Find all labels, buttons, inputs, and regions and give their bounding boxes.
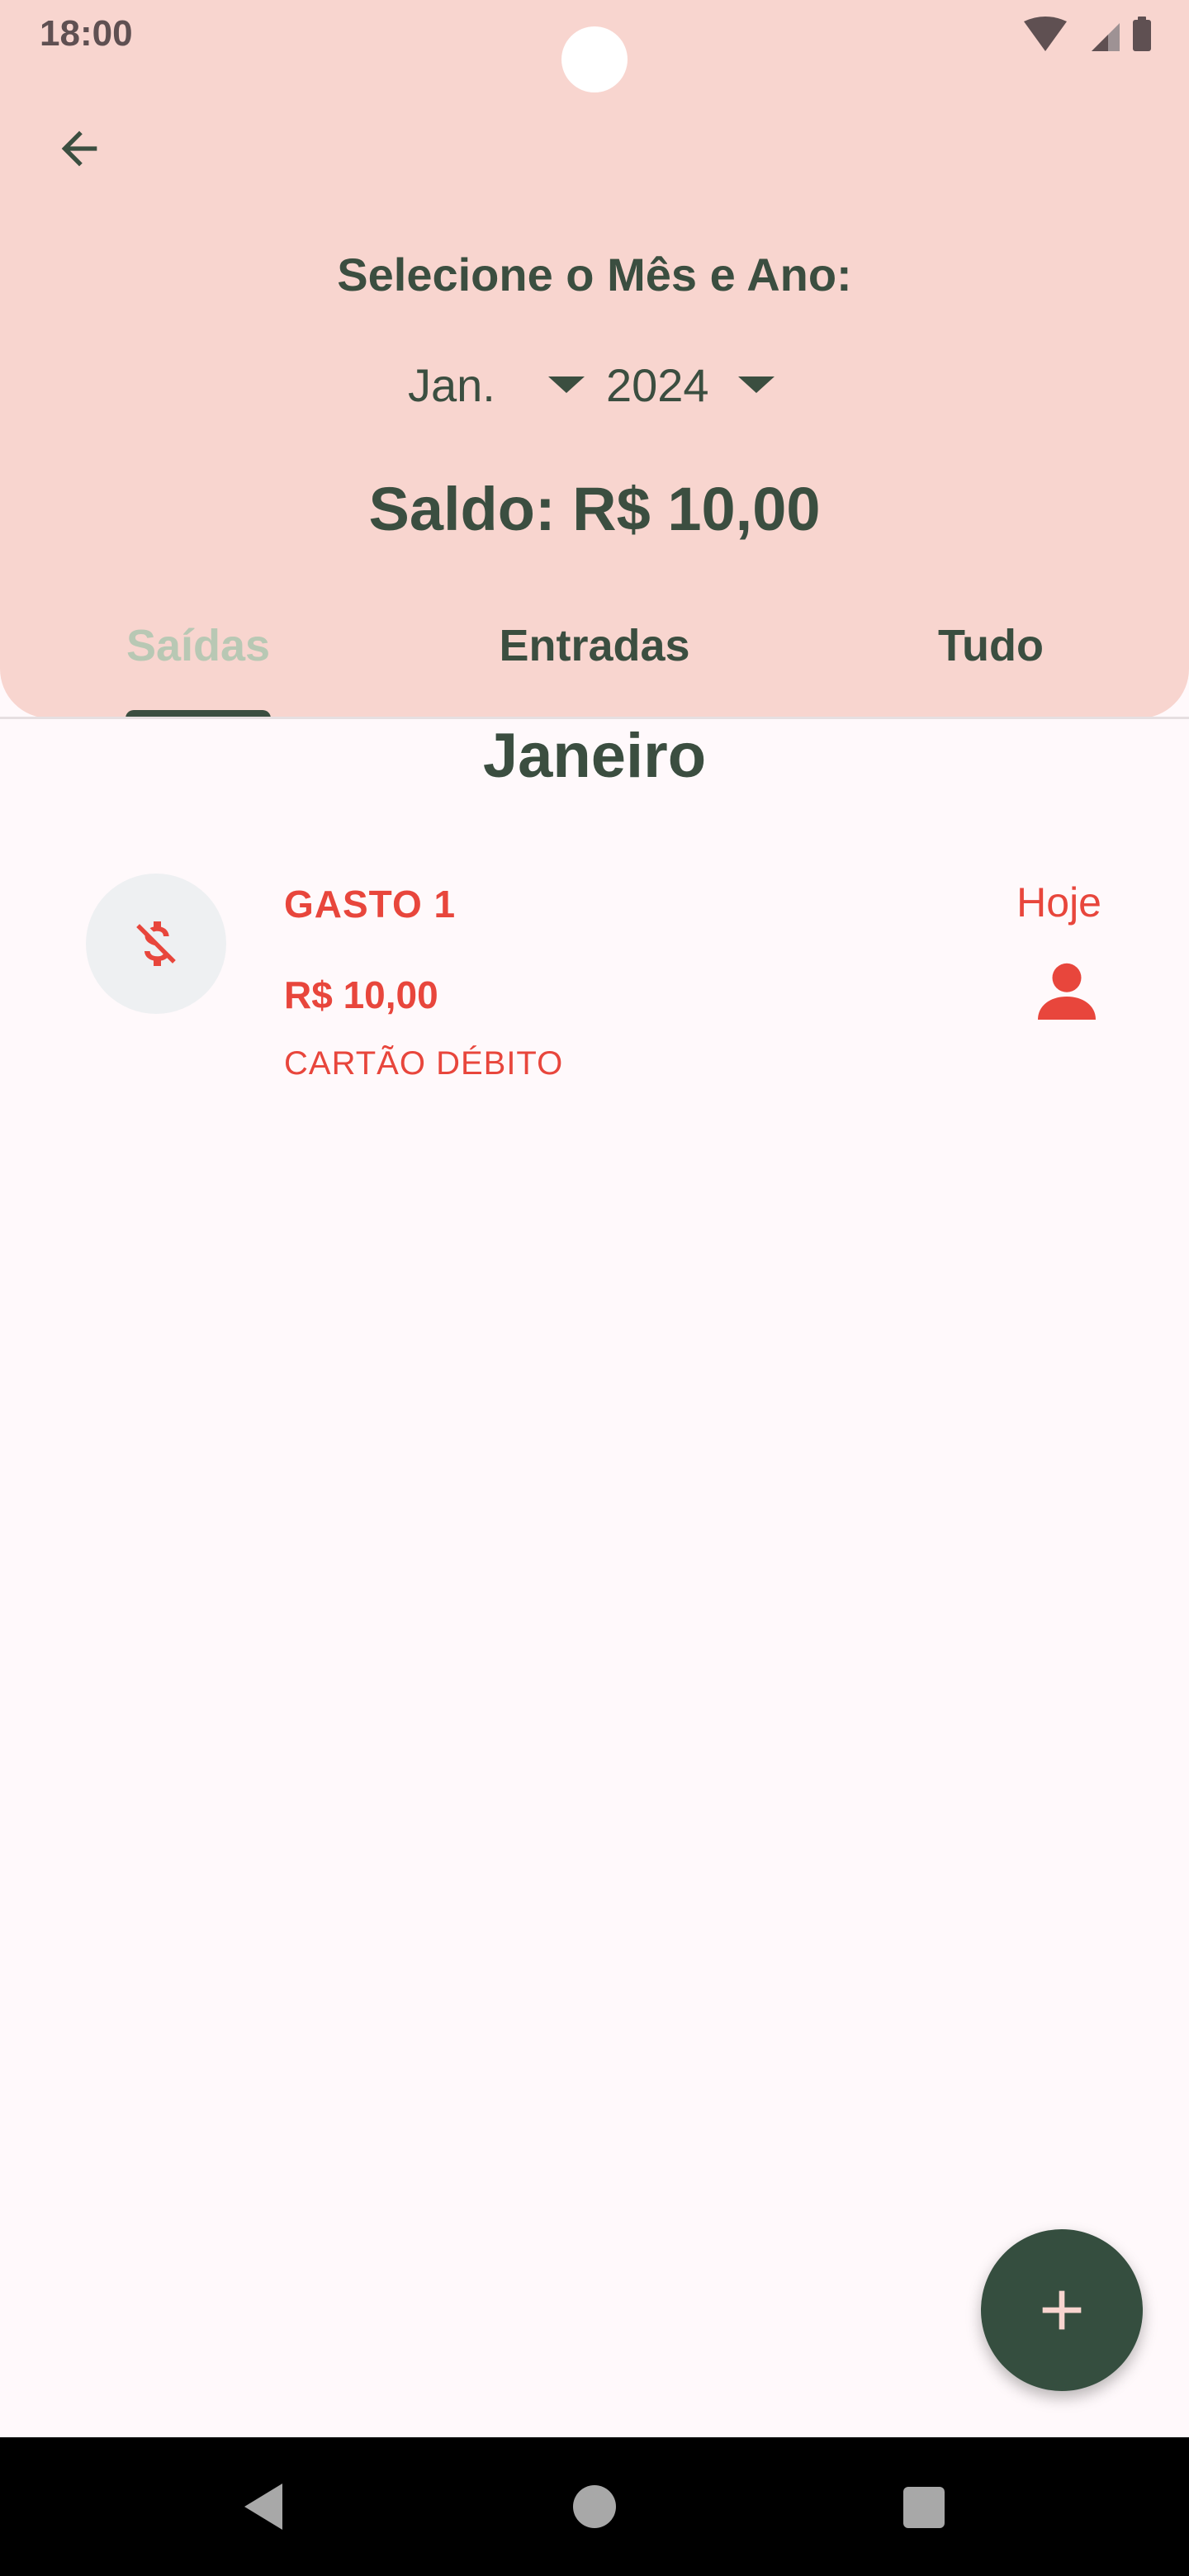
transaction-list-item[interactable]: GASTO 1 R$ 10,00 CARTÃO DÉBITO Hoje	[0, 859, 1189, 1106]
chevron-down-icon	[548, 376, 585, 393]
status-time: 18:00	[40, 13, 133, 54]
month-dropdown-value: Jan.	[408, 358, 495, 411]
add-transaction-button[interactable]	[981, 2229, 1143, 2391]
tab-entradas[interactable]: Entradas	[396, 611, 793, 718]
month-dropdown[interactable]: Jan.	[388, 352, 594, 418]
back-button[interactable]	[46, 116, 112, 182]
year-dropdown[interactable]: 2024	[603, 352, 784, 418]
year-dropdown-value: 2024	[606, 358, 709, 411]
month-year-picker-title: Selecione o Mês e Ano:	[337, 249, 852, 301]
tab-bar: Saídas Entradas Tudo	[0, 611, 1189, 718]
header: 18:00 Selecione o Mês e Ano: Jan. 2024 S…	[0, 0, 1189, 718]
camera-cutout	[561, 26, 628, 92]
transaction-amount: R$ 10,00	[284, 973, 438, 1016]
wifi-signal-battery-icons	[1024, 17, 1151, 51]
balance-display: Saldo: R$ 10,00	[368, 475, 821, 543]
transaction-date: Hoje	[1016, 879, 1101, 926]
month-heading: Janeiro	[482, 721, 707, 791]
tab-tudo[interactable]: Tudo	[793, 611, 1189, 718]
transaction-avatar	[86, 874, 226, 1014]
person-icon	[1038, 963, 1096, 1020]
arrow-back-icon	[61, 130, 97, 167]
header-divider	[0, 717, 1189, 719]
nav-back-icon[interactable]	[239, 2480, 289, 2533]
system-navigation-bar	[0, 2437, 1189, 2576]
add-icon	[1042, 2290, 1082, 2330]
transaction-payment-method: CARTÃO DÉBITO	[284, 1045, 564, 1082]
tab-saidas[interactable]: Saídas	[0, 611, 396, 718]
app-screen: 18:00 Selecione o Mês e Ano: Jan. 2024 S…	[0, 0, 1189, 2576]
transaction-name: GASTO 1	[284, 883, 457, 926]
nav-home-icon[interactable]	[573, 2485, 616, 2528]
chevron-down-icon	[738, 376, 775, 393]
nav-recents-icon[interactable]	[903, 2487, 945, 2528]
money-off-icon	[136, 921, 176, 966]
status-icons	[1024, 15, 1156, 56]
